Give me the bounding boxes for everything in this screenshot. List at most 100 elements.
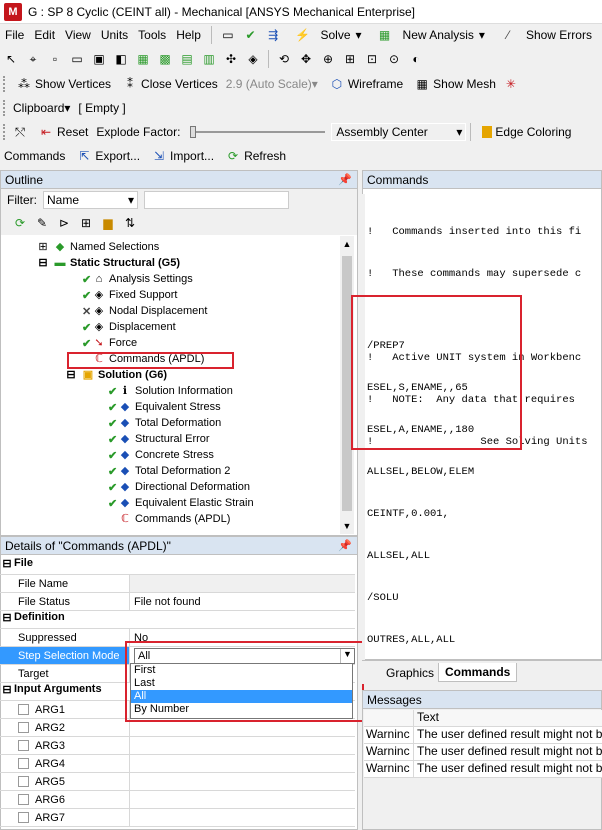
tree-item-solution-information[interactable]: ✔ ℹ Solution Information [108,383,233,399]
pan-icon[interactable]: ✥ [298,51,314,67]
tree-item-named-selections[interactable]: ⊞ ◆ Named Selections [36,239,159,255]
edge-coloring-button[interactable]: Edge Coloring [479,125,571,139]
details-row-file-name: File Name [0,575,355,593]
checkbox[interactable] [18,812,29,823]
tree-item-structural-error[interactable]: ✔ ◆ Structural Error [108,431,210,447]
rotate-icon[interactable]: ⟲ [276,51,292,67]
tree-item-equivalent-elastic-strain[interactable]: ✔ ◆ Equivalent Elastic Strain [108,495,254,511]
explode-icon[interactable]: ⤲ [12,124,28,140]
select-node-icon[interactable]: ▦ [135,51,151,67]
edit-icon[interactable]: ✎ [34,215,50,231]
details-section-file[interactable]: ⊟ File [0,557,355,575]
message-row[interactable]: Warninc The user defined result might not… [364,727,602,744]
select-vertex-icon[interactable]: ▫ [47,51,63,67]
messages-header-row: Text [364,710,602,727]
export-button[interactable]: ⇱ Export... [73,148,140,164]
details-row-arg4[interactable]: ARG4 [0,755,355,773]
tree-item-nodal-displacement[interactable]: ✕ ◈ Nodal Displacement [82,303,207,319]
solve-button[interactable]: ⚡ Solve ▾ [289,27,362,43]
refresh-button[interactable]: ⟳ Refresh [222,148,286,164]
folder-icon[interactable]: ▆ [100,215,116,231]
menu-view[interactable]: View [65,28,91,42]
tree-item-static-structural[interactable]: ⊟ ▬ Static Structural (G5) [36,255,180,271]
menu-units[interactable]: Units [101,28,128,42]
menu-help[interactable]: Help [176,28,201,42]
select-element-face-icon[interactable]: ▤ [179,51,195,67]
checkbox[interactable] [18,704,29,715]
tab-commands[interactable]: Commands [438,663,518,682]
checkbox[interactable] [18,758,29,769]
message-row[interactable]: Warninc The user defined result might not… [364,761,602,778]
select-point-icon[interactable]: ↖ [3,51,19,67]
details-row-arg5[interactable]: ARG5 [0,773,355,791]
previous-view-icon[interactable]: ◐ [408,51,424,67]
details-title-bar: Details of "Commands (APDL)" 📌 [1,537,357,555]
select-element-body-icon[interactable]: ▥ [201,51,217,67]
expand-icon[interactable]: ⊞ [78,215,94,231]
filter-dropdown[interactable]: Name ▾ [43,191,138,209]
column-header-text: Text [417,710,440,724]
show-errors-button[interactable]: ⁄ Show Errors [495,27,597,43]
tree-item-displacement[interactable]: ✔ ◈ Displacement [82,319,176,335]
selection-filter-icon[interactable]: ◈ [245,51,261,67]
check-icon[interactable]: ✔ [244,27,257,43]
import-button[interactable]: ⇲ Import... [148,148,214,164]
tree-item-solution[interactable]: ⊟ ▣ Solution (G6) [64,367,167,383]
tree-item-total-deformation[interactable]: ✔ ◆ Total Deformation [108,415,221,431]
tab-graphics[interactable]: Graphics [382,665,438,681]
select-face-icon[interactable]: ▣ [91,51,107,67]
pin-icon[interactable]: 📌 [338,173,352,186]
sort-icon[interactable]: ⇅ [122,215,138,231]
triad-icon[interactable]: ✳ [503,76,519,92]
toolbar-grip [3,76,6,92]
tree-item-analysis-settings[interactable]: ✔ ⌂ Analysis Settings [82,271,193,287]
details-title: Details of "Commands (APDL)" [5,538,171,553]
scale-dropdown[interactable]: 2.9 (Auto Scale) ▾ [226,77,318,91]
select-mode-icon[interactable]: ⌖ [25,51,41,67]
extend-selection-icon[interactable]: ✣ [223,51,239,67]
wireframe-button[interactable]: ⬡ Wireframe [326,76,404,92]
clipboard-value: [ Empty ] [78,101,126,115]
explode-slider[interactable] [190,125,326,139]
select-edge-icon[interactable]: ▭ [69,51,85,67]
zoom-icon[interactable]: ⊕ [320,51,336,67]
tree-item-concrete-stress[interactable]: ✔ ◆ Concrete Stress [108,447,214,463]
zoom-fit-icon[interactable]: ⊡ [364,51,380,67]
tree-item-force[interactable]: ✔ ➘ Force [82,335,137,351]
details-row-arg3[interactable]: ARG3 [0,737,355,755]
checkbox[interactable] [18,740,29,751]
tree-item-fixed-support[interactable]: ✔ ◈ Fixed Support [82,287,177,303]
menu-edit[interactable]: Edit [34,28,55,42]
details-section-definition[interactable]: ⊟ Definition [0,611,355,629]
clipboard-dropdown[interactable]: Clipboard ▾ [13,101,70,115]
filter-search-input[interactable] [144,191,289,209]
box-zoom-icon[interactable]: ⊞ [342,51,358,67]
connect-icon[interactable]: ⇶ [267,27,280,43]
details-row-arg6[interactable]: ARG6 [0,791,355,809]
collapse-icon[interactable]: ⊳ [56,215,72,231]
pin-icon[interactable]: 📌 [338,539,352,552]
view-tabs: Graphics Commands [362,660,602,684]
assembly-center-dropdown[interactable]: Assembly Center ▾ [331,123,467,141]
tree-item-directional-deformation[interactable]: ✔ ◆ Directional Deformation [108,479,250,495]
new-analysis-button[interactable]: ▦ New Analysis ▾ [372,27,485,43]
reset-button[interactable]: ⇤ Reset [35,124,88,140]
select-element-icon[interactable]: ▩ [157,51,173,67]
checkbox[interactable] [18,722,29,733]
magnify-icon[interactable]: ⊙ [386,51,402,67]
menu-tools[interactable]: Tools [138,28,166,42]
close-vertices-button[interactable]: ⁑ Close Vertices [119,76,218,92]
tree-item-equivalent-stress[interactable]: ✔ ◆ Equivalent Stress [108,399,221,415]
checkbox[interactable] [18,794,29,805]
show-vertices-button[interactable]: ⁂ Show Vertices [13,76,111,92]
checkbox[interactable] [18,776,29,787]
worksheet-icon[interactable]: ▭ [222,27,235,43]
tree-item-commands-apdl-2[interactable]: ℂ Commands (APDL) [108,511,230,527]
show-mesh-button[interactable]: ▦ Show Mesh [411,76,496,92]
refresh-tree-icon[interactable]: ⟳ [12,215,28,231]
menu-file[interactable]: File [5,28,24,42]
select-body-icon[interactable]: ◧ [113,51,129,67]
tree-item-total-deformation-2[interactable]: ✔ ◆ Total Deformation 2 [108,463,230,479]
details-row-arg7[interactable]: ARG7 [0,809,355,827]
message-row[interactable]: Warninc The user defined result might not… [364,744,602,761]
